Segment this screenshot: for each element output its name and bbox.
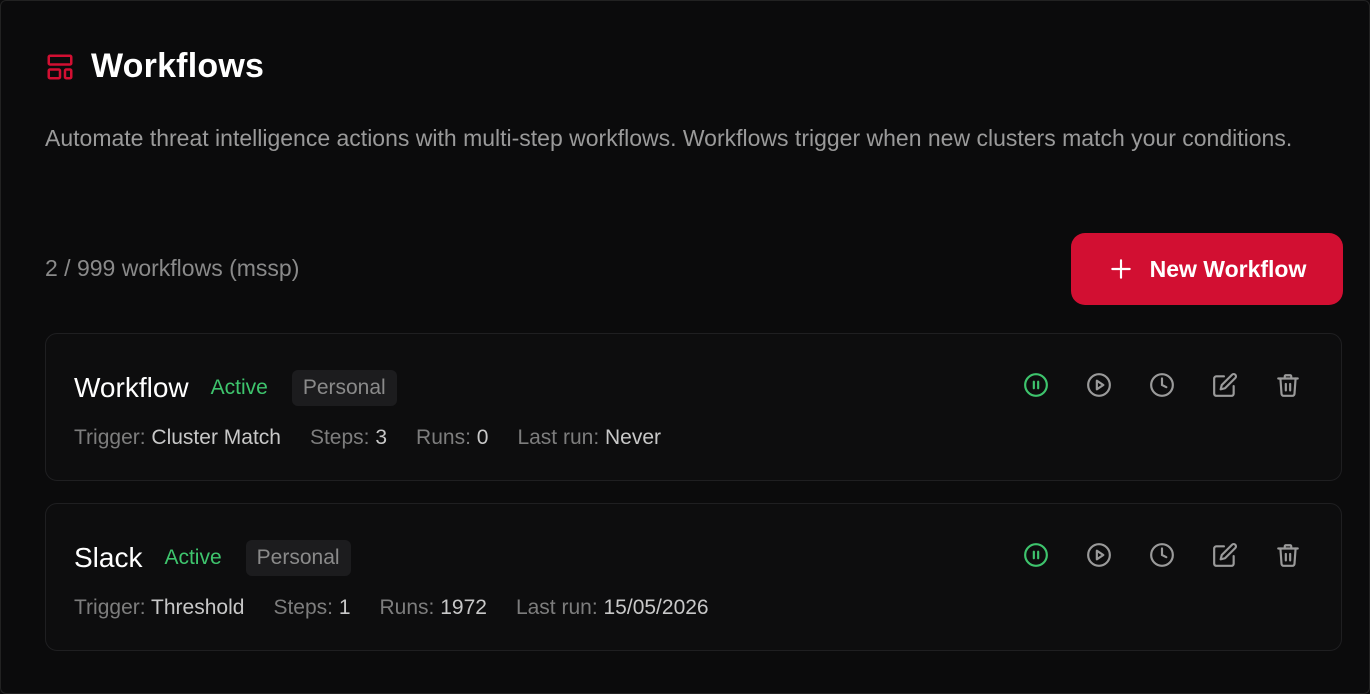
scope-badge: Personal xyxy=(291,370,397,406)
status-badge: Active xyxy=(210,376,268,399)
workflow-card: Workflow Active Personal Trigger: Cluste… xyxy=(45,333,1342,481)
workflow-count: 2 / 999 workflows (mssp) xyxy=(45,255,300,281)
new-workflow-label: New Workflow xyxy=(1149,255,1307,282)
scope-badge: Personal xyxy=(245,540,351,576)
workflow-name: Workflow xyxy=(74,372,189,403)
workflow-meta: Trigger: Threshold Steps: 1 Runs: 1972 L… xyxy=(74,596,709,620)
meta-trigger: Trigger: Threshold xyxy=(74,596,245,619)
layout-template-icon xyxy=(45,52,75,82)
workflow-meta: Trigger: Cluster Match Steps: 3 Runs: 0 … xyxy=(74,426,661,450)
meta-steps: Steps: 1 xyxy=(273,596,351,619)
workflows-panel: Workflows Automate threat intelligence a… xyxy=(0,0,1370,694)
page-description: Automate threat intelligence actions wit… xyxy=(45,125,1293,151)
meta-last-run: Last run: Never xyxy=(517,426,662,449)
workflow-card-header: Slack Active Personal xyxy=(74,540,351,576)
workflow-actions xyxy=(1023,372,1301,398)
edit-icon[interactable] xyxy=(1212,542,1238,568)
workflow-card: Slack Active Personal Trigger: Threshold… xyxy=(45,503,1342,651)
clock-icon[interactable] xyxy=(1149,372,1175,398)
clock-icon[interactable] xyxy=(1149,542,1175,568)
status-badge: Active xyxy=(164,546,222,569)
plus-icon xyxy=(1108,256,1134,282)
play-circle-icon[interactable] xyxy=(1086,372,1112,398)
meta-runs: Runs: 1972 xyxy=(379,596,487,619)
pause-circle-icon[interactable] xyxy=(1023,542,1049,568)
meta-last-run: Last run: 15/05/2026 xyxy=(515,596,709,619)
workflow-card-header: Workflow Active Personal xyxy=(74,370,397,406)
workflow-name: Slack xyxy=(74,542,143,573)
pause-circle-icon[interactable] xyxy=(1023,372,1049,398)
trash-icon[interactable] xyxy=(1275,542,1301,568)
page-header: Workflows xyxy=(45,47,264,86)
trash-icon[interactable] xyxy=(1275,372,1301,398)
meta-runs: Runs: 0 xyxy=(416,426,489,449)
edit-icon[interactable] xyxy=(1212,372,1238,398)
page-title: Workflows xyxy=(91,47,265,85)
meta-steps: Steps: 3 xyxy=(309,426,388,449)
workflow-actions xyxy=(1023,542,1301,568)
new-workflow-button[interactable]: New Workflow xyxy=(1071,233,1343,305)
play-circle-icon[interactable] xyxy=(1086,542,1112,568)
meta-trigger: Trigger: Cluster Match xyxy=(74,426,281,449)
